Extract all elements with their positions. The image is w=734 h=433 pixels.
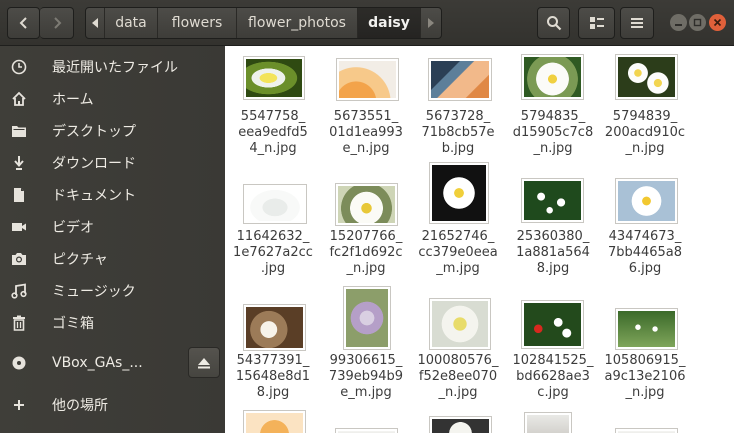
- trash-icon: [9, 313, 29, 333]
- close-button[interactable]: [709, 14, 726, 31]
- sidebar-item-label: 他の場所: [52, 398, 108, 414]
- chevron-right-icon: [53, 17, 61, 29]
- menu-button[interactable]: [620, 7, 654, 39]
- plus-icon: [9, 395, 29, 415]
- file-name: 99306615_ 739eb94b9 e_m.jpg: [328, 353, 404, 400]
- folder-icon: [9, 121, 29, 141]
- camera-icon: [9, 249, 29, 269]
- sidebar-item-label: ゴミ箱: [52, 316, 94, 332]
- sidebar-item-music[interactable]: ミュージック: [0, 275, 225, 307]
- file-name: 21652746_ cc379e0eea _m.jpg: [418, 229, 498, 276]
- back-button[interactable]: [7, 7, 40, 39]
- file-name: 102841525_ bd6628ae3 c.jpg: [512, 353, 594, 400]
- sidebar-item-label: ダウンロード: [52, 156, 136, 172]
- list-view-icon: [589, 17, 604, 29]
- file-thumbnail: [521, 178, 584, 223]
- file-thumbnail: [521, 54, 584, 100]
- search-button[interactable]: [537, 7, 570, 39]
- sidebar-divider: [0, 342, 225, 343]
- home-icon: [9, 89, 29, 109]
- sidebar-item-documents[interactable]: ドキュメント: [0, 179, 225, 211]
- file-thumbnail[interactable]: [524, 412, 572, 433]
- sidebar-item-label: ホーム: [52, 92, 94, 108]
- path-scroll-right-button[interactable]: [421, 8, 441, 38]
- sidebar: 最近開いたファイル ホーム デスクトップ ダウンロード ドキュメント ビデオ ピ…: [0, 46, 225, 433]
- sidebar-item-home[interactable]: ホーム: [0, 83, 225, 115]
- sidebar-item-label: VBox_GAs_...: [52, 355, 143, 371]
- file-thumbnail: [615, 308, 678, 350]
- sidebar-item-trash[interactable]: ゴミ箱: [0, 307, 225, 339]
- minimize-button[interactable]: [670, 14, 687, 31]
- clock-icon: [9, 57, 29, 77]
- video-icon: [9, 217, 29, 237]
- file-thumbnail[interactable]: [429, 416, 492, 433]
- document-icon: [9, 185, 29, 205]
- sidebar-item-downloads[interactable]: ダウンロード: [0, 147, 225, 179]
- file-thumbnail: [615, 178, 678, 224]
- file-grid: 5547758_ eea9edfd5 4_n.jpg 5673551_ 01d1ea9…: [225, 46, 734, 433]
- sidebar-item-desktop[interactable]: デスクトップ: [0, 115, 225, 147]
- file-name: 43474673_ 7bb4465a8 6.jpg: [607, 229, 683, 276]
- file-name: 5673728_ 71b8cb57e b.jpg: [421, 109, 495, 156]
- triangle-right-icon: [428, 18, 434, 28]
- sidebar-item-other-locations[interactable]: 他の場所: [0, 389, 225, 421]
- file-name: 100080576_ f52e8ee070 _n.jpg: [417, 353, 499, 400]
- file-name: 5547758_ eea9edfd5 4_n.jpg: [238, 109, 308, 156]
- file-thumbnail: [428, 58, 492, 101]
- file-thumbnail: [336, 58, 399, 101]
- file-name: 5794839_ 200acd910c _n.jpg: [604, 109, 686, 156]
- file-thumbnail: [615, 54, 678, 100]
- header-bar: data flowers flower_photos daisy: [0, 0, 734, 46]
- disc-icon: [9, 353, 29, 373]
- sidebar-item-label: ミュージック: [52, 284, 136, 300]
- forward-button[interactable]: [40, 7, 74, 39]
- path-crumb-flower-photos[interactable]: flower_photos: [237, 8, 358, 38]
- view-options-button[interactable]: [578, 7, 615, 39]
- path-crumb-flowers[interactable]: flowers: [158, 8, 237, 38]
- file-thumbnail[interactable]: [243, 410, 306, 433]
- path-scroll-left-button[interactable]: [86, 8, 105, 38]
- sidebar-item-label: ドキュメント: [52, 188, 136, 204]
- file-thumbnail: [343, 286, 391, 350]
- sidebar-item-label: ピクチャ: [52, 252, 108, 268]
- sidebar-item-label: 最近開いたファイル: [52, 60, 178, 76]
- file-thumbnail[interactable]: [615, 428, 678, 433]
- file-thumbnail: [243, 56, 305, 100]
- sidebar-item-pictures[interactable]: ピクチャ: [0, 243, 225, 275]
- close-icon: [713, 18, 722, 27]
- file-name: 11642632_ 1e7627a2cc .jpg: [233, 229, 313, 276]
- chevron-left-icon: [19, 17, 27, 29]
- eject-button[interactable]: [188, 347, 220, 378]
- file-thumbnail: [429, 298, 491, 350]
- sidebar-item-recent[interactable]: 最近開いたファイル: [0, 51, 225, 83]
- maximize-button[interactable]: [689, 14, 706, 31]
- path-bar: data flowers flower_photos daisy: [85, 7, 442, 39]
- file-name: 5794835_ d15905c7c8 _n.jpg: [512, 109, 594, 156]
- file-thumbnail: [521, 300, 584, 349]
- sidebar-item-videos[interactable]: ビデオ: [0, 211, 225, 243]
- file-name: 15207766_ fc2f1d692c _n.jpg: [329, 229, 403, 276]
- file-thumbnail[interactable]: [335, 428, 398, 433]
- file-thumbnail: [335, 183, 398, 226]
- minimize-icon: [675, 24, 682, 26]
- music-icon: [9, 281, 29, 301]
- path-crumb-daisy[interactable]: daisy: [358, 8, 421, 38]
- file-thumbnail: [243, 184, 307, 224]
- eject-icon: [198, 357, 210, 368]
- file-name: 5673551_ 01d1ea993 e_n.jpg: [329, 109, 403, 156]
- file-name: 25360380_ 1a881a564 8.jpg: [516, 229, 590, 276]
- file-thumbnail: [429, 162, 489, 224]
- sidebar-item-label: ビデオ: [52, 220, 94, 236]
- search-icon: [546, 16, 561, 31]
- triangle-left-icon: [92, 18, 98, 28]
- file-name: 105806915_ a9c13e2106 _n.jpg: [604, 353, 686, 400]
- file-thumbnail: [243, 304, 306, 351]
- maximize-icon: [693, 18, 702, 27]
- path-crumb-data[interactable]: data: [105, 8, 158, 38]
- file-name: 54377391_ 15648e8d1 8.jpg: [235, 353, 311, 400]
- sidebar-item-label: デスクトップ: [52, 124, 136, 140]
- download-icon: [9, 153, 29, 173]
- hamburger-icon: [631, 18, 643, 28]
